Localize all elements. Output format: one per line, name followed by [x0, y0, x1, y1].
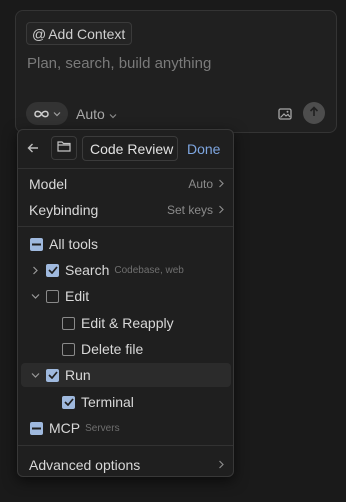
- model-selector[interactable]: Auto: [76, 106, 117, 122]
- add-context-button[interactable]: @ Add Context: [26, 22, 133, 45]
- tool-label: Terminal: [81, 394, 134, 410]
- setting-value: Auto: [188, 177, 213, 191]
- tool-row-mcp[interactable]: MCP Servers: [21, 416, 231, 440]
- chevron-right-icon: [218, 177, 224, 191]
- send-button[interactable]: [303, 102, 325, 124]
- tool-row-edit-reapply[interactable]: Edit & Reapply: [21, 311, 231, 335]
- setting-value: Set keys: [166, 203, 213, 217]
- checkbox-terminal[interactable]: [62, 395, 75, 409]
- icon-picker-button[interactable]: [51, 136, 77, 160]
- tool-description: Codebase, web: [114, 264, 184, 276]
- tool-label: All tools: [49, 236, 99, 252]
- tool-label: Edit: [65, 288, 90, 304]
- back-button[interactable]: [26, 141, 40, 160]
- checkbox-search[interactable]: [46, 263, 59, 277]
- arrow-left-icon: [26, 142, 40, 159]
- tool-row-terminal[interactable]: Terminal: [21, 390, 231, 414]
- done-button[interactable]: Done: [187, 141, 220, 157]
- model-setting-row[interactable]: Model Auto: [29, 174, 224, 194]
- folder-icon: [57, 139, 71, 157]
- tool-row-all[interactable]: All tools: [21, 232, 231, 256]
- chevron-down-icon: [109, 106, 117, 122]
- checkbox-edit-reapply[interactable]: [62, 316, 75, 330]
- infinity-icon: [33, 108, 50, 120]
- tool-label: Delete file: [81, 341, 144, 357]
- chevron-down-icon: [53, 111, 61, 117]
- chevron-right-icon: [218, 456, 224, 474]
- arrow-up-icon: [309, 104, 319, 122]
- add-context-label: Add Context: [48, 25, 126, 42]
- at-icon: @: [32, 25, 47, 42]
- keybinding-setting-row[interactable]: Keybinding Set keys: [29, 200, 224, 220]
- checkbox-edit[interactable]: [46, 289, 59, 303]
- tool-label: Run: [65, 367, 91, 383]
- tool-label: Edit & Reapply: [81, 315, 174, 331]
- setting-label: Model: [29, 176, 68, 192]
- tool-row-run[interactable]: Run: [21, 363, 231, 387]
- tool-description: Servers: [85, 422, 120, 434]
- mode-name-input[interactable]: Code Review: [82, 136, 178, 161]
- chevron-down-icon[interactable]: [29, 372, 41, 378]
- chat-composer: @ Add Context Plan, search, build anythi…: [15, 10, 337, 133]
- divider: [18, 226, 233, 227]
- divider: [18, 168, 233, 169]
- model-label: Auto: [76, 106, 105, 122]
- checkbox-run[interactable]: [46, 368, 59, 382]
- chevron-down-icon[interactable]: [29, 293, 41, 299]
- agent-mode-button[interactable]: [26, 102, 68, 125]
- advanced-options-label: Advanced options: [29, 457, 141, 473]
- tool-label: Search: [65, 262, 110, 278]
- chevron-right-icon: [218, 203, 224, 217]
- checkbox-all-tools[interactable]: [30, 237, 43, 251]
- image-icon[interactable]: [278, 107, 292, 125]
- mode-config-panel: Code Review Done Model Auto Keybinding S…: [17, 129, 234, 477]
- prompt-input[interactable]: Plan, search, build anything: [27, 55, 211, 72]
- tool-label: MCP: [49, 420, 81, 436]
- checkbox-mcp[interactable]: [30, 421, 43, 435]
- tool-row-edit[interactable]: Edit: [21, 284, 231, 308]
- chevron-right-icon[interactable]: [29, 266, 41, 275]
- advanced-options-row[interactable]: Advanced options: [29, 455, 224, 475]
- panel-header: Code Review Done: [18, 130, 233, 168]
- tool-row-search[interactable]: Search Codebase, web: [21, 258, 231, 282]
- setting-label: Keybinding: [29, 202, 99, 218]
- divider: [18, 445, 233, 446]
- tool-row-delete-file[interactable]: Delete file: [21, 337, 231, 361]
- checkbox-delete-file[interactable]: [62, 342, 75, 356]
